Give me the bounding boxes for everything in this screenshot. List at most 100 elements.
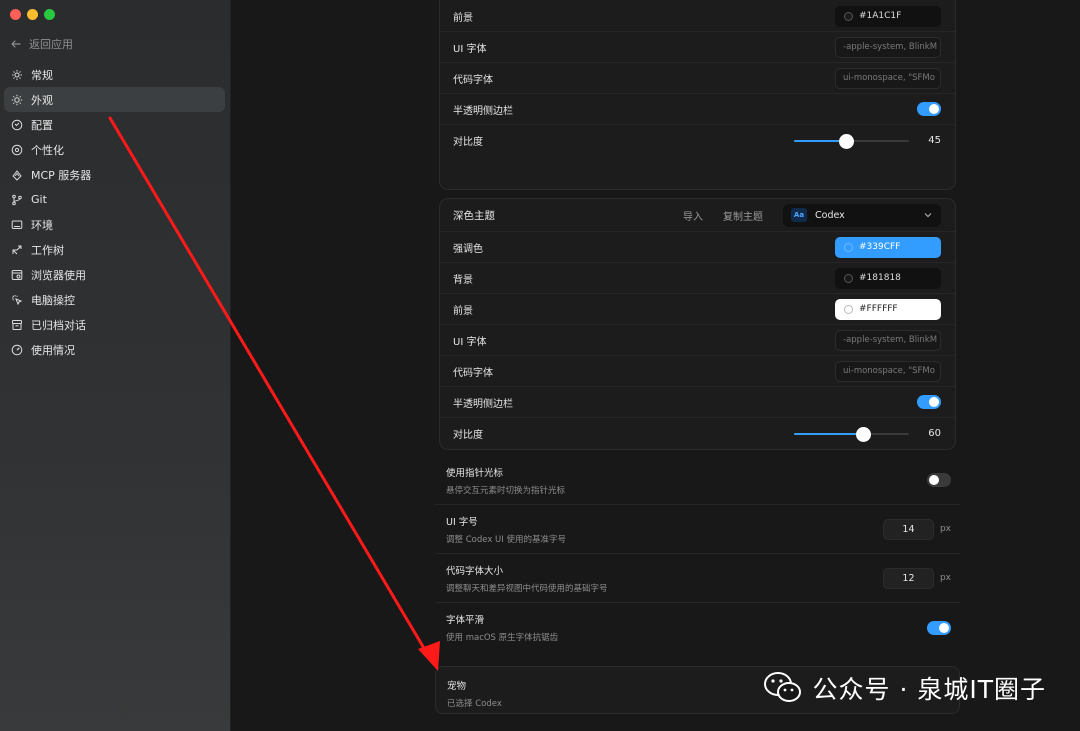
theme-badge-icon: Aa: [791, 208, 807, 222]
sidebar-item-label: 个性化: [31, 143, 64, 157]
light-ui-font-input[interactable]: -apple-system, BlinkM: [835, 36, 941, 58]
dark-translucent-sidebar-row: 半透明侧边栏: [440, 387, 955, 418]
close-window-button[interactable]: [10, 9, 21, 20]
window-controls: [10, 9, 55, 20]
sidebar-item-computer-use[interactable]: 电脑操控: [4, 287, 225, 312]
light-translucent-sidebar-row: 半透明侧边栏: [440, 94, 955, 125]
dark-foreground-label: 前景: [453, 305, 473, 317]
ui-font-size-desc: 调整 Codex UI 使用的基准字号: [446, 534, 566, 545]
sidebar-item-git[interactable]: Git: [4, 187, 225, 212]
pointer-cursor-toggle[interactable]: [927, 473, 951, 487]
sidebar-item-label: 常规: [31, 68, 53, 82]
dark-code-font-label: 代码字体: [453, 367, 493, 379]
font-smoothing-setting: 字体平滑 使用 macOS 原生字体抗锯齿: [435, 603, 960, 652]
light-ui-font-placeholder: -apple-system, BlinkM: [843, 42, 938, 52]
dark-code-font-input[interactable]: ui-monospace, "SFMo: [835, 360, 941, 382]
sidebar-item-config[interactable]: 配置: [4, 112, 225, 137]
worktree-icon: [12, 245, 22, 254]
sidebar-item-label: 外观: [31, 93, 53, 107]
dark-accent-color-picker[interactable]: #339CFF: [835, 236, 941, 258]
light-code-font-input[interactable]: ui-monospace, "SFMo: [835, 67, 941, 89]
light-theme-card: 前景 #1A1C1F UI 字体 -apple-system, BlinkM 代…: [439, 0, 956, 190]
dark-background-label: 背景: [453, 274, 473, 286]
light-foreground-color-picker[interactable]: #1A1C1F: [835, 5, 941, 27]
settings-nav: 常规 外观 配置 个性化 MCP 服务器 Git 环境 工作树 浏览器使用 电脑…: [4, 62, 225, 362]
pointer-cursor-title: 使用指针光标: [446, 467, 504, 479]
light-contrast-slider[interactable]: [794, 133, 909, 149]
color-dot: [844, 304, 853, 314]
sidebar-item-personalize[interactable]: 个性化: [4, 137, 225, 162]
sidebar-item-usage[interactable]: 使用情况: [4, 337, 225, 362]
dark-foreground-row: 前景 #FFFFFF: [440, 294, 955, 325]
sidebar-item-label: 配置: [31, 118, 53, 132]
zoom-window-button[interactable]: [44, 9, 55, 20]
dark-contrast-label: 对比度: [453, 430, 483, 441]
dark-translucent-sidebar-label: 半透明侧边栏: [453, 398, 513, 410]
back-to-app-link[interactable]: 返回应用: [10, 36, 73, 52]
sidebar-item-label: 已归档对话: [31, 318, 86, 332]
slider-thumb[interactable]: [838, 133, 854, 149]
sidebar-item-browser[interactable]: 浏览器使用: [4, 262, 225, 287]
settings-main: 前景 #1A1C1F UI 字体 -apple-system, BlinkM 代…: [232, 0, 1080, 731]
browser-icon: [11, 269, 23, 280]
light-ui-font-row: UI 字体 -apple-system, BlinkM: [440, 32, 955, 63]
font-smoothing-title: 字体平滑: [446, 615, 485, 626]
dark-theme-header: 深色主题 导入 复制主题 Aa Codex: [440, 199, 955, 232]
dark-background-color-picker[interactable]: #181818: [835, 267, 941, 289]
pointer-cursor-setting: 使用指针光标 悬停交互元素时切换为指针光标: [435, 456, 960, 505]
code-font-size-input[interactable]: 12: [882, 567, 934, 589]
dark-ui-font-input[interactable]: -apple-system, BlinkM: [835, 329, 941, 351]
light-contrast-value: 45: [928, 135, 941, 146]
light-foreground-value: #1A1C1F: [859, 11, 902, 21]
theme-name: Codex: [815, 209, 845, 221]
ui-font-size-input[interactable]: 14: [882, 518, 934, 540]
font-smoothing-desc: 使用 macOS 原生字体抗锯齿: [446, 633, 559, 643]
sidebar-item-archived[interactable]: 已归档对话: [4, 312, 225, 337]
sidebar-item-label: Git: [31, 193, 47, 206]
font-smoothing-toggle[interactable]: [927, 620, 951, 635]
app-window: 返回应用 常规 外观 配置 个性化 MCP 服务器 Git 环境 工作树 浏览器…: [0, 0, 1080, 731]
minimize-window-button[interactable]: [27, 9, 38, 20]
dark-translucent-sidebar-toggle[interactable]: [917, 395, 941, 409]
dark-foreground-color-picker[interactable]: #FFFFFF: [835, 298, 941, 320]
code-font-size-unit: px: [939, 573, 951, 583]
watermark-text: 公众号 · 泉城IT圈子: [812, 675, 1046, 704]
sidebar-item-mcp[interactable]: MCP 服务器: [4, 162, 225, 187]
light-translucent-sidebar-label: 半透明侧边栏: [453, 105, 513, 117]
sidebar-item-label: 电脑操控: [31, 293, 75, 307]
code-font-size-title: 代码字体大小: [446, 565, 504, 577]
dark-accent-label: 强调色: [453, 243, 483, 255]
sidebar-item-label: 环境: [31, 218, 53, 232]
dark-contrast-row: 对比度 60: [440, 418, 955, 449]
import-button[interactable]: 导入: [683, 208, 703, 223]
dark-accent-row: 强调色 #339CFF: [440, 232, 955, 263]
personalize-icon: [11, 144, 23, 155]
color-dot: [844, 273, 853, 283]
light-contrast-label: 对比度: [453, 137, 483, 148]
cursor-icon: [12, 294, 23, 305]
light-foreground-row: 前景 #1A1C1F: [440, 1, 955, 32]
dark-contrast-value: 60: [928, 428, 941, 439]
monitor-icon: [11, 220, 23, 229]
dark-contrast-slider[interactable]: [794, 426, 909, 442]
copy-theme-button[interactable]: 复制主题: [723, 208, 763, 223]
light-translucent-sidebar-toggle[interactable]: [917, 102, 941, 116]
dark-accent-value: #339CFF: [859, 242, 901, 252]
light-ui-font-label: UI 字体: [453, 43, 487, 55]
sidebar-item-environment[interactable]: 环境: [4, 212, 225, 237]
theme-select[interactable]: Aa Codex: [783, 203, 941, 227]
ui-font-size-unit: px: [939, 524, 951, 534]
slider-thumb[interactable]: [856, 426, 871, 442]
sidebar-item-general[interactable]: 常规: [4, 62, 225, 87]
color-dot: [844, 11, 853, 21]
dark-foreground-value: #FFFFFF: [859, 304, 898, 314]
dark-theme-card: 深色主题 导入 复制主题 Aa Codex 强调色 #339CFF 背景 #18…: [439, 198, 956, 450]
sidebar-item-worktree[interactable]: 工作树: [4, 237, 225, 262]
back-label: 返回应用: [29, 38, 73, 51]
sidebar-item-appearance[interactable]: 外观: [4, 87, 225, 112]
dark-ui-font-label: UI 字体: [453, 336, 487, 348]
dark-theme-title: 深色主题: [453, 209, 495, 222]
light-contrast-row: 对比度 45: [440, 125, 955, 156]
code-font-size-setting: 代码字体大小 调整聊天和差异视图中代码使用的基础字号 12 px: [435, 554, 960, 603]
dark-code-font-row: 代码字体 ui-monospace, "SFMo: [440, 356, 955, 387]
